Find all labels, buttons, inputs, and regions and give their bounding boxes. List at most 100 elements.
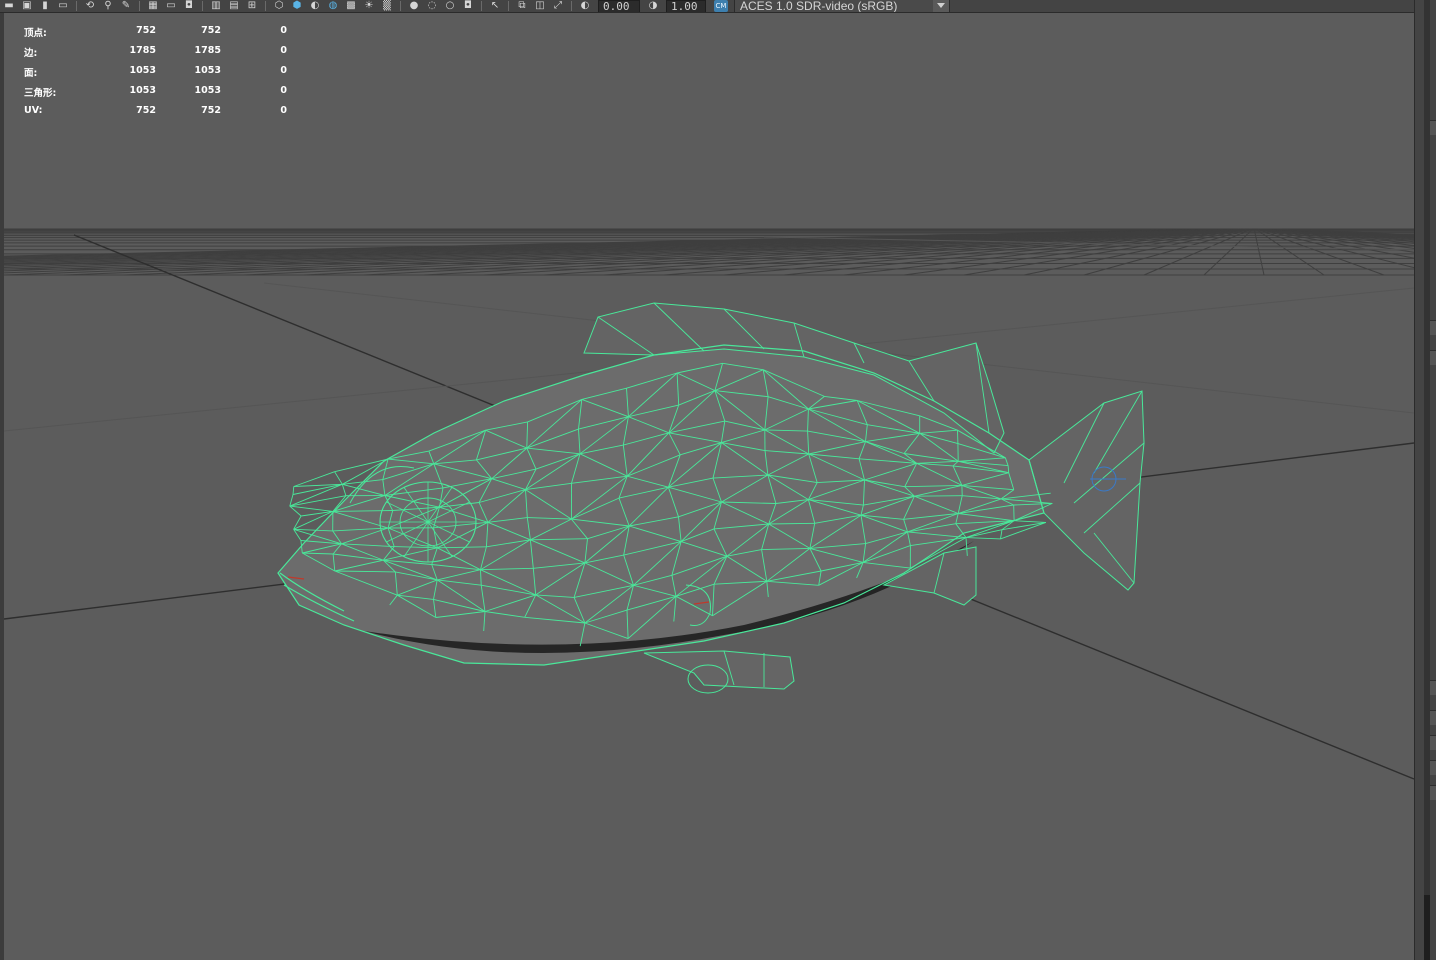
hud-value: 1785 [129, 45, 156, 56]
hud-row-uvs: UV: 752 752 0 [24, 105, 287, 125]
toolbar-icon-group: ▬ ▣ ▮ ▭ ⟲ ⚲ ✎ ▦ ▭ ◘ ▥ ▤ ⊞ ⬡ ⬢ ◐ ◍ ▩ ☀ ▒ ● ◌ ○ ◘ ↖ ⧉ ◫ ⤢ [0, 0, 567, 12]
xray-active-icon[interactable]: ⤢ [551, 0, 565, 12]
hud-value: 1053 [129, 65, 156, 76]
select-camera-icon[interactable]: ↖ [488, 0, 502, 12]
toolbar-separator [265, 1, 266, 11]
toolbar-separator [481, 1, 482, 11]
depth-of-field-icon[interactable]: ◘ [461, 0, 475, 12]
color-management-toggle[interactable]: CM [714, 0, 728, 12]
panel-tab[interactable] [1430, 120, 1436, 135]
camera-icon[interactable]: ▬ [2, 0, 16, 12]
wire-edge [1000, 521, 1047, 540]
hud-row-edges: 边: 1785 1785 0 [24, 45, 287, 65]
gate-mask-icon[interactable]: ▥ [209, 0, 223, 12]
viewport-canvas[interactable] [4, 13, 1414, 960]
hud-value: 0 [280, 45, 287, 56]
hud-label: 顶点: [24, 28, 47, 39]
hud-value: 1053 [129, 85, 156, 96]
bookmark-icon[interactable]: ▮ [38, 0, 52, 12]
wire-edge [289, 495, 346, 507]
view-transform-dropdown[interactable]: ACES 1.0 SDR-video (sRGB) [734, 0, 950, 12]
toolbar-separator [508, 1, 509, 11]
wire-edge [293, 471, 335, 487]
smooth-shade-icon[interactable]: ⬢ [290, 0, 304, 12]
hud-label: UV: [24, 105, 43, 116]
gamma-icon[interactable]: ◑ [646, 0, 660, 12]
toolbar-separator [202, 1, 203, 11]
resolution-gate-icon[interactable]: ◘ [182, 0, 196, 12]
panel-tab[interactable] [1430, 735, 1436, 750]
viewport-toolbar: ▬ ▣ ▮ ▭ ⟲ ⚲ ✎ ▦ ▭ ◘ ▥ ▤ ⊞ ⬡ ⬢ ◐ ◍ ▩ ☀ ▒ ● ◌ ○ ◘ ↖ ⧉ ◫ ⤢ ◐ 0.00 ◑ 1.… [0, 0, 1414, 13]
hud-value: 0 [280, 25, 287, 36]
wire-edge [914, 495, 963, 497]
wireframe-on-shaded-icon[interactable]: ◍ [326, 0, 340, 12]
textured-icon[interactable]: ▩ [344, 0, 358, 12]
toolbar-separator [76, 1, 77, 11]
screen-space-ao-icon[interactable]: ● [407, 0, 421, 12]
hud-label: 面: [24, 68, 38, 79]
default-material-icon[interactable]: ◐ [308, 0, 322, 12]
safe-action-icon[interactable]: ⊞ [245, 0, 259, 12]
view-transform-label: ACES 1.0 SDR-video (sRGB) [740, 0, 898, 12]
toolbar-separator [571, 1, 572, 11]
panel-tab[interactable] [1430, 680, 1436, 695]
maya-app-window: ▬ ▣ ▮ ▭ ⟲ ⚲ ✎ ▦ ▭ ◘ ▥ ▤ ⊞ ⬡ ⬢ ◐ ◍ ▩ ☀ ▒ ● ◌ ○ ◘ ↖ ⧉ ◫ ⤢ ◐ 0.00 ◑ 1.… [0, 0, 1436, 960]
wire-edge [1007, 465, 1010, 473]
wire-edge [289, 483, 343, 507]
fish-mesh[interactable] [277, 302, 1145, 694]
panel-tab[interactable] [1430, 760, 1436, 775]
wire-edge [965, 537, 1001, 540]
hud-row-faces: 面: 1053 1053 0 [24, 65, 287, 85]
xray-joints-icon[interactable]: ◫ [533, 0, 547, 12]
scrollbar-thumb[interactable] [1424, 895, 1430, 960]
wire-edge [1014, 520, 1046, 523]
hud-row-vertices: 顶点: 752 752 0 [24, 25, 287, 45]
panel-tab[interactable] [1430, 350, 1436, 365]
wire-edge [292, 486, 295, 495]
hud-value: 1053 [194, 65, 221, 76]
wire-edge [289, 494, 294, 507]
shadows-icon[interactable]: ▒ [380, 0, 394, 12]
toolbar-separator [139, 1, 140, 11]
grid-icon[interactable]: ▦ [146, 0, 160, 12]
use-lights-icon[interactable]: ☀ [362, 0, 376, 12]
wire-edge [1001, 521, 1046, 531]
hud-value: 1053 [194, 85, 221, 96]
hud-row-triangles: 三角形: 1053 1053 0 [24, 85, 287, 105]
wire-edge [289, 505, 333, 512]
wire-edge [334, 471, 343, 485]
field-chart-icon[interactable]: ▤ [227, 0, 241, 12]
hud-value: 752 [136, 25, 156, 36]
wire-edge [1000, 529, 1003, 539]
wireframe-icon[interactable]: ⬡ [272, 0, 286, 12]
grease-pencil-icon[interactable]: ✎ [119, 0, 133, 12]
isolate-icon[interactable]: ⟲ [83, 0, 97, 12]
panel-scrollbar[interactable] [1424, 0, 1430, 960]
isolate-select-icon[interactable]: ⧉ [515, 0, 529, 12]
antialiasing-icon[interactable]: ○ [443, 0, 457, 12]
motion-blur-icon[interactable]: ◌ [425, 0, 439, 12]
camera-attr-icon[interactable]: ▣ [20, 0, 34, 12]
hud-value: 752 [201, 25, 221, 36]
3d-viewport[interactable]: 顶点: 752 752 0 边: 1785 1785 0 面: 1053 105… [0, 13, 1414, 960]
panel-tab[interactable] [1430, 710, 1436, 725]
hud-value: 0 [280, 105, 287, 116]
fish-pelvic-fin [643, 650, 795, 690]
hud-value: 1785 [194, 45, 221, 56]
exposure-icon[interactable]: ◐ [578, 0, 592, 12]
exposure-field[interactable]: 0.00 [598, 0, 640, 12]
hud-label: 三角形: [24, 88, 57, 99]
poly-count-hud: 顶点: 752 752 0 边: 1785 1785 0 面: 1053 105… [24, 25, 287, 125]
fish-tail-fin [1028, 390, 1145, 591]
panel-tab[interactable] [1430, 785, 1436, 800]
chevron-down-icon[interactable] [933, 0, 949, 12]
panel-tab[interactable] [1430, 320, 1436, 335]
image-plane-icon[interactable]: ▭ [56, 0, 70, 12]
hud-value: 752 [201, 105, 221, 116]
film-gate-icon[interactable]: ▭ [164, 0, 178, 12]
gamma-field[interactable]: 1.00 [666, 0, 706, 12]
hud-label: 边: [24, 48, 38, 59]
xray-icon[interactable]: ⚲ [101, 0, 115, 12]
hud-value: 752 [136, 105, 156, 116]
hud-value: 0 [280, 65, 287, 76]
